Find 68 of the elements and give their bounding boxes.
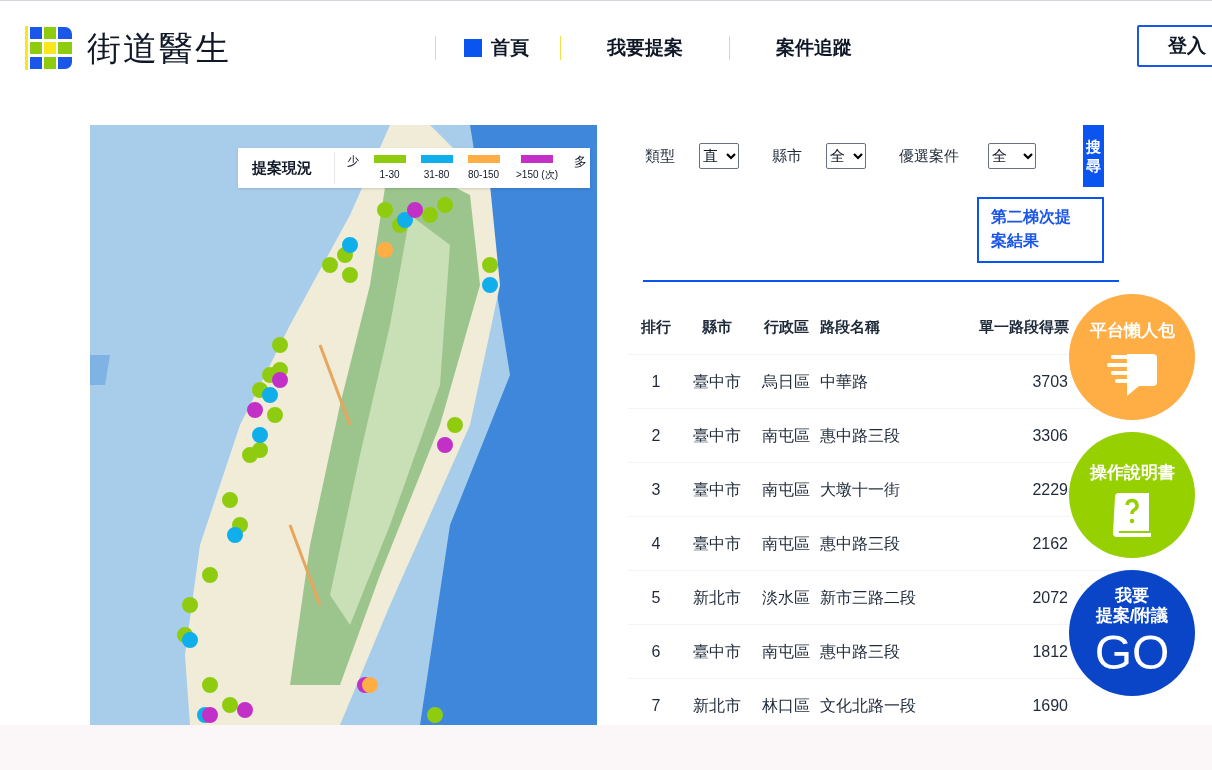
square-icon xyxy=(463,39,482,57)
table-cell-text: 臺中市 xyxy=(692,371,742,392)
question-book-icon xyxy=(1111,493,1153,539)
nav-link[interactable]: 首頁 xyxy=(436,33,560,63)
filter-select[interactable]: 全 xyxy=(826,143,866,169)
nav-link[interactable]: 我要提案 xyxy=(561,33,729,63)
chevron-down-icon xyxy=(1023,152,1033,160)
logo-icon xyxy=(25,26,73,70)
filter-label: 類型 xyxy=(645,145,676,166)
table-cell-text: 2 xyxy=(650,425,662,446)
table-cell-text: 臺中市 xyxy=(692,479,742,500)
table-cell-text: 文化北路一段 xyxy=(820,695,917,716)
legend-label: 31-80 xyxy=(423,167,450,182)
table-cell-text: 6 xyxy=(650,641,662,662)
table-cell-text: 4 xyxy=(650,533,662,554)
column-header: 路段名稱 xyxy=(820,316,881,337)
filter-select[interactable]: 全 xyxy=(988,143,1036,169)
result-link[interactable]: 第二梯次提案結果 xyxy=(977,197,1104,263)
table-cell-text: 1690 xyxy=(1031,695,1068,716)
column-header: 縣市 xyxy=(701,316,733,337)
login-button[interactable]: 登入 xyxy=(1137,25,1212,67)
legend-label: 少 xyxy=(347,153,359,170)
table-cell-text: 3306 xyxy=(1031,425,1068,446)
table-cell-text: 南屯區 xyxy=(761,479,811,500)
search-button[interactable]: 搜尋 xyxy=(1083,125,1104,187)
column-header: 排行 xyxy=(640,316,672,337)
legend-label: >150 (次) xyxy=(516,167,558,182)
table-cell-text: 中華路 xyxy=(820,371,869,392)
filter-label: 縣市 xyxy=(772,145,803,166)
filter-label: 優選案件 xyxy=(899,145,960,166)
legend-label: 多 xyxy=(574,153,587,171)
table-cell-text: 林口區 xyxy=(761,695,811,716)
chevron-down-icon xyxy=(726,152,736,160)
column-header: 單一路段得票 xyxy=(978,316,1069,337)
table-cell-text: 惠中路三段 xyxy=(820,533,901,554)
table-cell-text: 新北市 xyxy=(692,587,742,608)
table-cell-text: 新市三路二段 xyxy=(820,587,917,608)
table-cell-text: 1812 xyxy=(1031,641,1068,662)
table-cell-text: 臺中市 xyxy=(692,425,742,446)
table-cell-text: 2162 xyxy=(1031,533,1068,554)
nav-link[interactable]: 案件追蹤 xyxy=(730,33,898,63)
legend-title: 提案現況 xyxy=(252,157,313,178)
table-cell-text: 5 xyxy=(650,587,662,608)
table-cell-text: 3703 xyxy=(1031,371,1068,392)
filter-select[interactable]: 直 xyxy=(699,143,739,169)
table-cell-text: 惠中路三段 xyxy=(820,425,901,446)
column-header: 行政區 xyxy=(762,316,810,337)
table-cell-text: 2229 xyxy=(1031,479,1068,500)
table-cell-text: 惠中路三段 xyxy=(820,641,901,662)
table-cell-text: 南屯區 xyxy=(761,425,811,446)
table-cell-text: 南屯區 xyxy=(761,533,811,554)
table-cell-text: 2072 xyxy=(1031,587,1068,608)
legend-label: 1-30 xyxy=(379,167,400,182)
table-cell-text: 1 xyxy=(650,371,662,392)
table-cell-text: 南屯區 xyxy=(761,641,811,662)
table-cell-text: 臺中市 xyxy=(692,641,742,662)
table-cell-text: 大墩十一街 xyxy=(820,479,901,500)
propose-button[interactable]: 我要 提案/附議 GO xyxy=(1069,570,1195,696)
table-cell-text: 臺中市 xyxy=(692,533,742,554)
table-cell-text: 3 xyxy=(650,479,662,500)
chevron-down-icon xyxy=(853,152,863,160)
table-cell-text: 淡水區 xyxy=(761,587,811,608)
speech-hand-icon xyxy=(1105,351,1159,397)
table-cell-text: 7 xyxy=(650,695,662,716)
logo-text: 街道醫生 xyxy=(87,31,231,65)
legend-label: 80-150 xyxy=(467,167,500,182)
table-cell-text: 烏日區 xyxy=(761,371,811,392)
table-cell-text: 新北市 xyxy=(692,695,742,716)
